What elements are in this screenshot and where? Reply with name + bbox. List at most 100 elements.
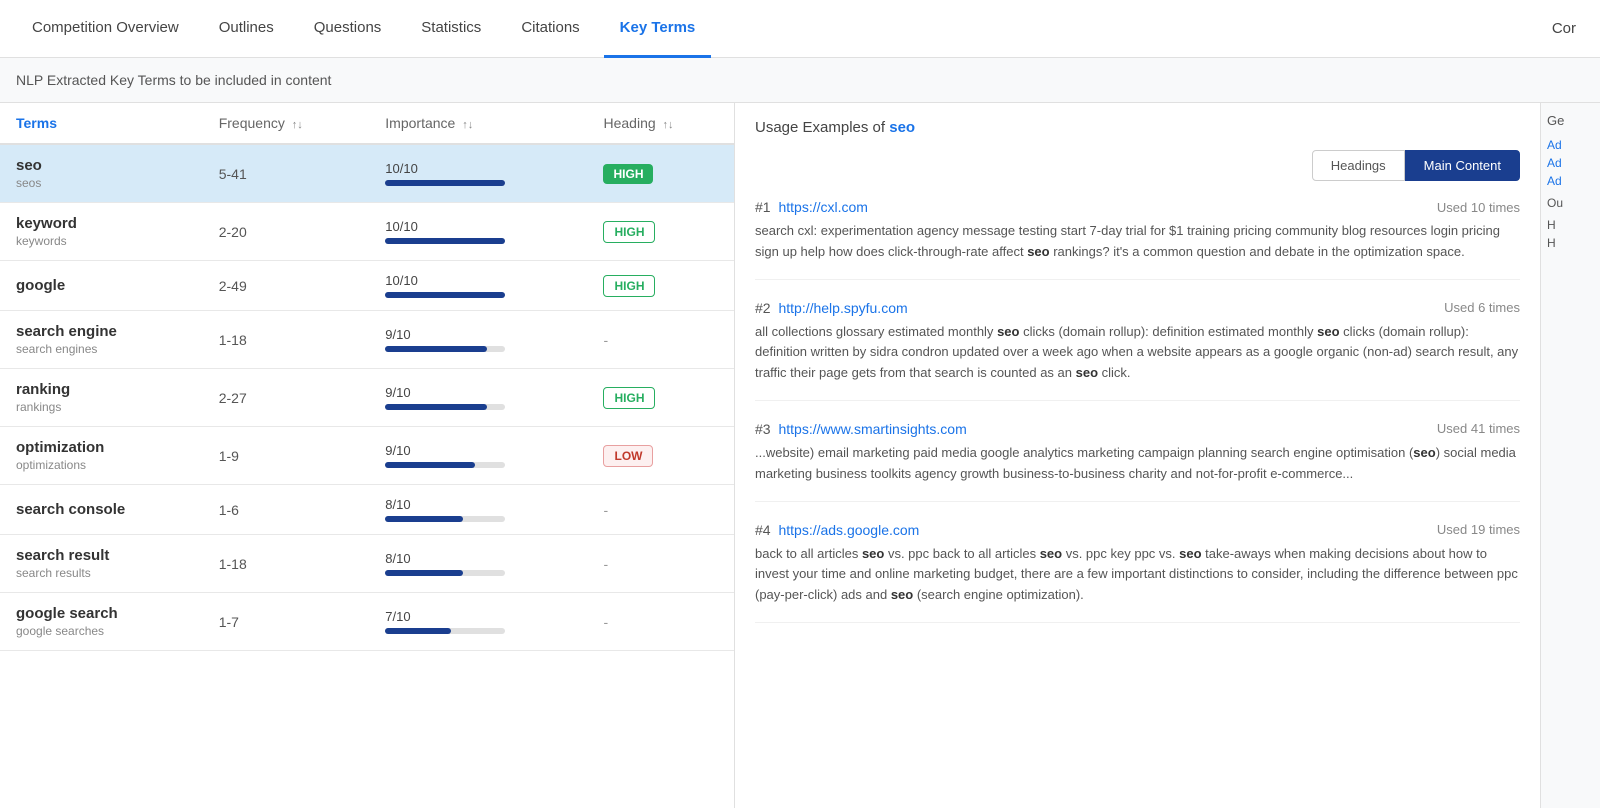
imp-bar-container — [385, 570, 505, 576]
example-link[interactable]: https://cxl.com — [778, 199, 867, 215]
example-num-url: #3 https://www.smartinsights.com — [755, 421, 967, 437]
term-name: ranking — [16, 381, 187, 398]
imp-label: 10/10 — [385, 273, 571, 288]
terms-table: Terms Frequency ↑↓ Importance ↑↓ Heading… — [0, 103, 734, 651]
right-panel-usage: Usage Examples of seo Headings Main Cont… — [735, 103, 1540, 808]
heading-badge: HIGH — [603, 164, 653, 184]
nav-item-questions[interactable]: Questions — [298, 0, 398, 58]
term-name: seo — [16, 157, 187, 174]
example-used: Used 10 times — [1437, 200, 1520, 215]
example-link[interactable]: http://help.spyfu.com — [778, 300, 907, 316]
table-row[interactable]: google searchgoogle searches1-77/10- — [0, 593, 734, 651]
term-name: search result — [16, 547, 187, 564]
term-name: search engine — [16, 323, 187, 340]
term-alt: rankings — [16, 400, 187, 414]
imp-bar-fill — [385, 346, 487, 352]
term-name: keyword — [16, 215, 187, 232]
col-header-terms[interactable]: Terms — [0, 103, 203, 144]
importance-cell: 9/10 — [369, 311, 587, 369]
table-row[interactable]: rankingrankings2-279/10HIGH — [0, 369, 734, 427]
term-alt: search engines — [16, 342, 187, 356]
seo-bold: seo — [1179, 546, 1201, 561]
table-row[interactable]: optimizationoptimizations1-99/10LOW — [0, 427, 734, 485]
freq-cell: 5-41 — [203, 144, 370, 203]
table-row[interactable]: keywordkeywords2-2010/10HIGH — [0, 203, 734, 261]
imp-bar-container — [385, 516, 505, 522]
seo-bold: seo — [1413, 445, 1435, 460]
term-name: google search — [16, 605, 187, 622]
example-link[interactable]: https://ads.google.com — [778, 522, 919, 538]
heading-dash: - — [603, 502, 608, 518]
heading-badge: HIGH — [603, 275, 655, 297]
example-header: #4 https://ads.google.com Used 19 times — [755, 522, 1520, 538]
example-header: #3 https://www.smartinsights.com Used 41… — [755, 421, 1520, 437]
example-text: search cxl: experimentation agency messa… — [755, 221, 1520, 263]
table-row[interactable]: search enginesearch engines1-189/10- — [0, 311, 734, 369]
example-num: #2 — [755, 300, 771, 316]
heading-cell: LOW — [587, 427, 734, 485]
imp-label: 9/10 — [385, 327, 571, 342]
example-used: Used 19 times — [1437, 522, 1520, 537]
seo-bold: seo — [1076, 365, 1098, 380]
peek-ad-2[interactable]: Ad — [1547, 156, 1594, 170]
table-row[interactable]: google2-4910/10HIGH — [0, 261, 734, 311]
usage-term: seo — [889, 119, 915, 136]
col-header-frequency[interactable]: Frequency ↑↓ — [203, 103, 370, 144]
term-alt: optimizations — [16, 458, 187, 472]
example-used: Used 6 times — [1444, 300, 1520, 315]
example-num-url: #1 https://cxl.com — [755, 199, 868, 215]
seo-bold: seo — [1317, 324, 1339, 339]
heading-dash: - — [603, 556, 608, 572]
example-header: #2 http://help.spyfu.com Used 6 times — [755, 300, 1520, 316]
imp-label: 10/10 — [385, 219, 571, 234]
imp-bar-container — [385, 346, 505, 352]
heading-cell: HIGH — [587, 261, 734, 311]
nav-item-outlines[interactable]: Outlines — [203, 0, 290, 58]
freq-cell: 1-18 — [203, 535, 370, 593]
seo-bold: seo — [1027, 244, 1049, 259]
table-row[interactable]: search resultsearch results1-188/10- — [0, 535, 734, 593]
heading-badge: LOW — [603, 445, 653, 467]
subtitle-text: NLP Extracted Key Terms to be included i… — [16, 72, 331, 88]
example-item: #4 https://ads.google.com Used 19 times … — [755, 522, 1520, 623]
term-alt: seos — [16, 176, 187, 190]
col-header-heading[interactable]: Heading ↑↓ — [587, 103, 734, 144]
imp-label: 8/10 — [385, 551, 571, 566]
imp-bar-fill — [385, 180, 505, 186]
peek-ad-3[interactable]: Ad — [1547, 174, 1594, 188]
example-item: #3 https://www.smartinsights.com Used 41… — [755, 421, 1520, 502]
imp-label: 7/10 — [385, 609, 571, 624]
imp-bar-fill — [385, 462, 475, 468]
term-alt: google searches — [16, 624, 187, 638]
subtitle-bar: NLP Extracted Key Terms to be included i… — [0, 58, 1600, 103]
freq-cell: 2-27 — [203, 369, 370, 427]
example-num-url: #4 https://ads.google.com — [755, 522, 919, 538]
importance-cell: 10/10 — [369, 144, 587, 203]
freq-cell: 2-49 — [203, 261, 370, 311]
example-text: ...website) email marketing paid media g… — [755, 443, 1520, 485]
imp-bar-fill — [385, 570, 463, 576]
nav-item-competition-overview[interactable]: Competition Overview — [16, 0, 195, 58]
col-header-importance[interactable]: Importance ↑↓ — [369, 103, 587, 144]
example-link[interactable]: https://www.smartinsights.com — [778, 421, 966, 437]
heading-cell: HIGH — [587, 203, 734, 261]
imp-label: 8/10 — [385, 497, 571, 512]
seo-bold: seo — [862, 546, 884, 561]
toggle-main-content-button[interactable]: Main Content — [1405, 150, 1520, 181]
nav-item-cor[interactable]: Cor — [1544, 2, 1584, 55]
peek-ad-1[interactable]: Ad — [1547, 138, 1594, 152]
term-name: optimization — [16, 439, 187, 456]
heading-cell: - — [587, 593, 734, 651]
table-row[interactable]: seo seos 5-4110/10 HIGH — [0, 144, 734, 203]
sort-icon-heading: ↑↓ — [663, 119, 674, 131]
toggle-headings-button[interactable]: Headings — [1312, 150, 1405, 181]
importance-cell: 9/10 — [369, 427, 587, 485]
heading-cell: HIGH — [587, 144, 734, 203]
heading-badge: HIGH — [603, 221, 655, 243]
seo-bold: seo — [1040, 546, 1062, 561]
nav-item-statistics[interactable]: Statistics — [405, 0, 497, 58]
nav-item-key-terms[interactable]: Key Terms — [604, 0, 712, 58]
toggle-buttons: Headings Main Content — [755, 150, 1520, 181]
table-row[interactable]: search console1-68/10- — [0, 485, 734, 535]
nav-item-citations[interactable]: Citations — [505, 0, 595, 58]
